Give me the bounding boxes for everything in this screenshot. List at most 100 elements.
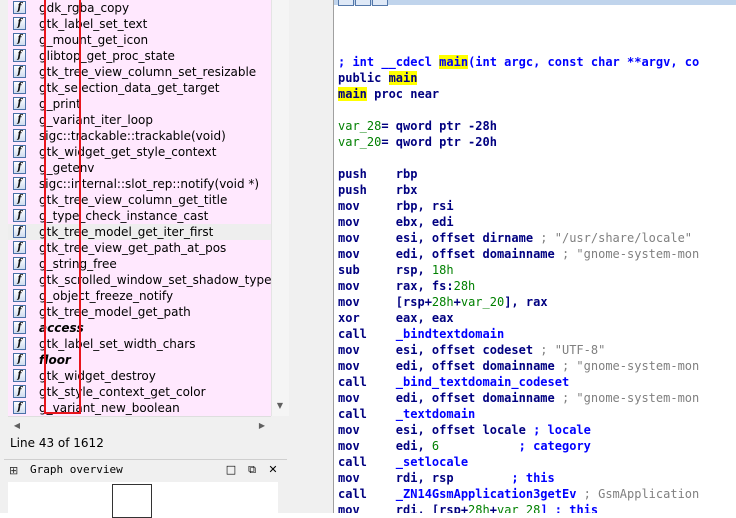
function-name: g_variant_iter_loop [39, 113, 153, 127]
code-line[interactable]: mov esi, offset dirname ; "/usr/share/lo… [338, 230, 692, 246]
function-list-item[interactable]: f gtk_tree_view_column_get_title [8, 192, 271, 208]
function-list-item[interactable]: f gtk_widget_get_style_context [8, 144, 271, 160]
function-list-item[interactable]: f gtk_tree_view_get_path_at_pos [8, 240, 271, 256]
code-line[interactable]: mov esi, offset codeset ; "UTF-8" [338, 342, 605, 358]
code-line[interactable]: push rbp [338, 166, 417, 182]
function-icon: f [13, 193, 26, 206]
code-token: var_20 [338, 135, 382, 149]
scroll-right-arrow-icon[interactable]: ▶ [255, 417, 269, 434]
graph-overview-canvas[interactable] [8, 482, 278, 518]
code-line[interactable]: main proc near [338, 86, 439, 102]
function-list-item[interactable]: f g_getenv [8, 160, 271, 176]
function-list-item[interactable]: f gtk_selection_data_get_target [8, 80, 271, 96]
function-icon: f [13, 353, 26, 366]
code-line[interactable]: sub rsp, 18h [338, 262, 454, 278]
function-list-item[interactable]: f gtk_widget_destroy [8, 368, 271, 384]
code-token: ] ; this [540, 503, 599, 513]
code-line[interactable]: mov esi, offset locale ; locale [338, 422, 591, 438]
code-line[interactable]: mov rdi, [rsp+28h+var_28] ; this [338, 502, 598, 513]
function-list-item[interactable]: f gtk_tree_model_get_path [8, 304, 271, 320]
function-list-item[interactable]: f gtk_style_context_get_color [8, 384, 271, 400]
restore-icon[interactable]: ⧉ [245, 463, 259, 477]
function-icon: f [13, 145, 26, 158]
function-list-item[interactable]: f floor [8, 352, 271, 368]
code-token: mov edi, offset domainname [338, 247, 562, 261]
function-icon: f [13, 49, 26, 62]
code-line[interactable]: mov [rsp+28h+var_20], rax [338, 294, 548, 310]
code-line[interactable]: push rbx [338, 182, 417, 198]
function-name: glibtop_get_proc_state [39, 49, 175, 63]
code-line[interactable]: call _bind_textdomain_codeset [338, 374, 569, 390]
scroll-left-arrow-icon[interactable]: ◀ [10, 417, 24, 434]
code-token: mov esi, offset dirname [338, 231, 541, 245]
close-icon[interactable]: ✕ [266, 463, 280, 477]
code-token: call [338, 375, 396, 389]
function-list-item[interactable]: f gtk_label_set_width_chars [8, 336, 271, 352]
function-icon: f [13, 129, 26, 142]
code-token: mov ebx, edi [338, 215, 454, 229]
function-icon: f [13, 33, 26, 46]
toolbar-button[interactable] [338, 0, 354, 6]
code-line[interactable]: call _ZN14GsmApplication3getEv ; GsmAppl… [338, 486, 699, 502]
code-line[interactable]: call _textdomain [338, 406, 475, 422]
function-list-item[interactable]: f g_string_free [8, 256, 271, 272]
function-list-item[interactable]: f gdk_rgba_copy [8, 0, 271, 16]
minimize-icon[interactable]: □ [224, 463, 238, 477]
disassembly-toolbar [334, 0, 736, 6]
function-list-item[interactable]: f g_print [8, 96, 271, 112]
scroll-down-arrow-icon[interactable]: ▼ [272, 398, 288, 414]
function-list-item[interactable]: f g_variant_new_boolean [8, 400, 271, 416]
function-list-item[interactable]: f g_type_check_instance_cast [8, 208, 271, 224]
function-list-item[interactable]: f gtk_scrolled_window_set_shadow_type [8, 272, 271, 288]
code-line[interactable]: xor eax, eax [338, 310, 454, 326]
function-list-item[interactable]: f g_variant_iter_loop [8, 112, 271, 128]
function-list-item[interactable]: f gtk_tree_view_column_set_resizable [8, 64, 271, 80]
functions-list[interactable]: f gdk_rgba_copy f gtk_label_set_text f g_moun… [8, 0, 271, 416]
function-name: gtk_widget_destroy [39, 369, 156, 383]
pane-splitter[interactable] [289, 0, 333, 513]
function-list-item[interactable]: f g_object_freeze_notify [8, 288, 271, 304]
code-token: (int argc, const char **argv, co [468, 55, 700, 69]
code-line[interactable]: public main [338, 70, 418, 86]
code-line[interactable]: mov rax, fs:28h [338, 278, 475, 294]
code-token: _bind_textdomain_codeset [395, 375, 570, 389]
function-list-item[interactable]: f gtk_tree_model_get_iter_first [8, 224, 271, 240]
function-icon: f [13, 321, 26, 334]
code-line[interactable]: call _bindtextdomain [338, 326, 504, 342]
disassembly-view[interactable]: ; int __cdecl main(int argc, const char … [333, 0, 736, 513]
function-icon: f [13, 225, 26, 238]
function-list-item[interactable]: f sigc::internal::slot_rep::notify(void *… [8, 176, 271, 192]
function-name: sigc::trackable::trackable(void) [39, 129, 226, 143]
function-list-item[interactable]: f g_mount_get_icon [8, 32, 271, 48]
function-name: g_mount_get_icon [39, 33, 149, 47]
code-line[interactable]: ; int __cdecl main(int argc, const char … [338, 54, 699, 70]
function-list-item[interactable]: f gtk_label_set_text [8, 16, 271, 32]
code-token: mov edi, [338, 439, 432, 453]
function-list-item[interactable]: f sigc::trackable::trackable(void) [8, 128, 271, 144]
code-line[interactable]: mov ebx, edi [338, 214, 454, 230]
code-token: push rbp [338, 167, 418, 181]
function-name: gtk_tree_model_get_path [39, 305, 191, 319]
functions-horizontal-scrollbar[interactable]: ◀ ▶ [8, 416, 271, 434]
toolbar-button[interactable] [372, 0, 388, 6]
code-token: var_28 [338, 119, 382, 133]
code-token: + [453, 295, 461, 309]
function-name: floor [39, 353, 71, 367]
code-line[interactable]: mov edi, offset domainname ; "gnome-syst… [338, 358, 699, 374]
code-line[interactable]: mov edi, 6 ; category [338, 438, 591, 454]
toolbar-button[interactable] [355, 0, 371, 6]
code-line[interactable]: call _setlocale [338, 454, 468, 470]
function-list-item[interactable]: f access [8, 320, 271, 336]
code-line[interactable]: mov rbp, rsi [338, 198, 454, 214]
code-line[interactable]: var_28= qword ptr -28h [338, 118, 497, 134]
functions-vertical-scrollbar[interactable]: ▼ [271, 0, 289, 416]
code-line[interactable]: mov rdi, rsp ; this [338, 470, 555, 486]
function-icon: f [13, 81, 26, 94]
code-line[interactable]: var_20= qword ptr -20h [338, 134, 497, 150]
code-line[interactable]: mov edi, offset domainname ; "gnome-syst… [338, 246, 699, 262]
function-name: gtk_selection_data_get_target [39, 81, 220, 95]
function-list-item[interactable]: f glibtop_get_proc_state [8, 48, 271, 64]
function-icon: f [13, 177, 26, 190]
code-line[interactable]: mov edi, offset domainname ; "gnome-syst… [338, 390, 699, 406]
